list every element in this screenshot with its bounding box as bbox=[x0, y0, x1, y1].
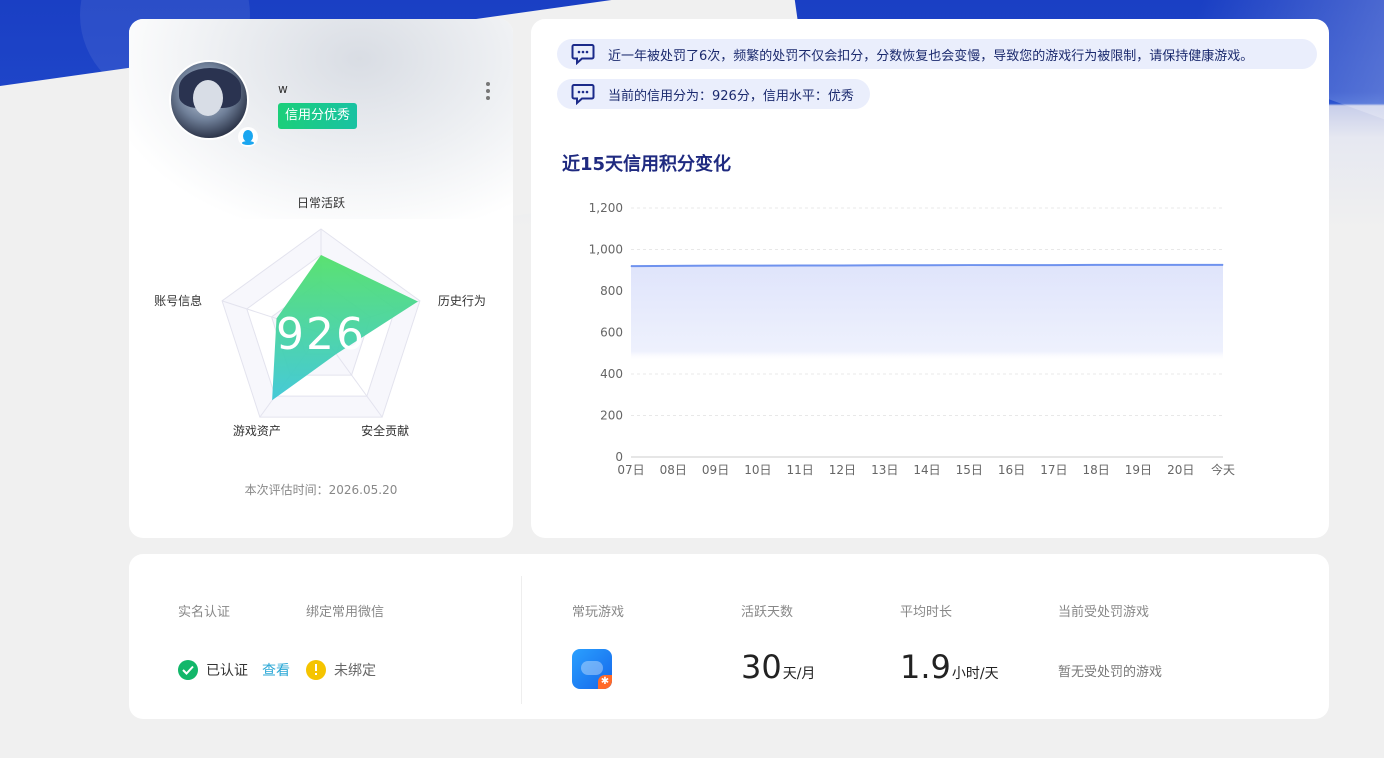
punish-status-text: 暂无受处罚的游戏 bbox=[1058, 665, 1163, 680]
active-days-value: 30 bbox=[741, 648, 782, 686]
active-days-label: 活跃天数 bbox=[741, 605, 794, 620]
y-tick-label: 1,200 bbox=[589, 201, 623, 215]
penalty-notice: 近一年被处罚了6次，频繁的处罚不仅会扣分，分数恢复也会变慢，导致您的游戏行为被限… bbox=[557, 39, 1317, 69]
radar-axis-label: 历史行为 bbox=[438, 294, 486, 308]
warning-icon bbox=[306, 660, 326, 680]
message-icon bbox=[571, 44, 595, 65]
avatar[interactable] bbox=[169, 60, 249, 140]
x-tick-label: 10日 bbox=[744, 463, 771, 477]
y-tick-label: 800 bbox=[600, 284, 623, 298]
wechat-label: 绑定常用微信 bbox=[306, 605, 385, 620]
avg-time-label: 平均时长 bbox=[900, 605, 953, 620]
x-tick-label: 16日 bbox=[998, 463, 1025, 477]
x-tick-label: 今天 bbox=[1211, 462, 1235, 477]
chart-title: 近15天信用积分变化 bbox=[562, 154, 732, 175]
y-tick-label: 0 bbox=[615, 450, 623, 464]
data-point[interactable] bbox=[1222, 264, 1224, 266]
data-point[interactable] bbox=[1053, 264, 1055, 266]
data-point[interactable] bbox=[968, 264, 970, 266]
punish-label: 当前受处罚游戏 bbox=[1058, 605, 1150, 620]
radar-axis-label: 日常活跃 bbox=[297, 196, 345, 210]
credit-radar-chart: 日常活跃历史行为安全贡献 游戏资产 账号信息 926 bbox=[154, 196, 486, 438]
y-tick-label: 400 bbox=[600, 367, 623, 381]
data-point[interactable] bbox=[1011, 264, 1013, 266]
evaluation-time: 本次评估时间：2026.05.20 bbox=[244, 483, 398, 497]
credit-score-value: 926 bbox=[276, 309, 366, 360]
credit-score-line-chart: 0 200 400 600 800 1,000 1,200 07日 08日 09日 10日 11日 12… bbox=[589, 201, 1235, 477]
x-tick-label: 09日 bbox=[702, 463, 729, 477]
account-summary-card: 实名认证 绑定常用微信 已认证 查看 未绑定 常玩游戏 活跃天数 平均时长 当前… bbox=[129, 554, 1329, 719]
radar-axis-label: 账号信息 bbox=[154, 293, 202, 308]
view-realname-link[interactable]: 查看 bbox=[262, 660, 290, 680]
x-tick-label: 07日 bbox=[617, 463, 644, 477]
y-tick-label: 600 bbox=[600, 326, 623, 340]
x-tick-label: 14日 bbox=[913, 463, 940, 477]
data-point[interactable] bbox=[841, 264, 843, 266]
username: w bbox=[278, 82, 288, 96]
data-point[interactable] bbox=[1180, 264, 1182, 266]
score-notice-text: 当前的信用分为：926分，信用水平：优秀 bbox=[608, 88, 854, 104]
data-point[interactable] bbox=[1095, 264, 1097, 266]
credit-chart-card: 近一年被处罚了6次，频繁的处罚不仅会扣分，分数恢复也会变慢，导致您的游戏行为被限… bbox=[531, 19, 1329, 538]
game-controller-icon[interactable]: ✱ bbox=[572, 649, 612, 689]
realname-label: 实名认证 bbox=[178, 605, 231, 620]
wechat-status-text: 未绑定 bbox=[334, 663, 376, 679]
realname-status: 已认证 查看 bbox=[178, 660, 290, 680]
x-tick-label: 17日 bbox=[1040, 463, 1067, 477]
avg-time-stat: 1.9 小时/天 bbox=[900, 648, 999, 686]
avg-time-value: 1.9 bbox=[900, 648, 951, 686]
series-area bbox=[631, 264, 1223, 457]
x-tick-label: 20日 bbox=[1167, 463, 1194, 477]
score-notice: 当前的信用分为：926分，信用水平：优秀 bbox=[557, 79, 870, 109]
y-tick-label: 1,000 bbox=[589, 243, 623, 257]
profile-card: w 信用分优秀 日常活跃历史行为安全贡献 游戏资产 账号信息 926 本次评估时间：2… bbox=[129, 19, 513, 538]
x-tick-label: 12日 bbox=[829, 463, 856, 477]
wechat-status: 未绑定 bbox=[306, 660, 376, 680]
data-point[interactable] bbox=[926, 264, 928, 266]
section-divider bbox=[521, 576, 522, 704]
data-point[interactable] bbox=[1137, 264, 1139, 266]
radar-axis-label: 游戏资产 bbox=[233, 424, 281, 438]
data-point[interactable] bbox=[672, 265, 674, 267]
credit-level-badge: 信用分优秀 bbox=[278, 103, 358, 129]
qq-penguin-icon bbox=[238, 127, 258, 147]
check-circle-icon bbox=[178, 660, 198, 680]
y-tick-label: 200 bbox=[600, 409, 623, 423]
data-point[interactable] bbox=[799, 264, 801, 266]
x-tick-label: 13日 bbox=[871, 463, 898, 477]
data-point[interactable] bbox=[884, 264, 886, 266]
avg-time-unit: 小时/天 bbox=[951, 666, 999, 682]
penalty-notice-text: 近一年被处罚了6次，频繁的处罚不仅会扣分，分数恢复也会变慢，导致您的游戏行为被限… bbox=[608, 48, 1254, 64]
fav-game-label: 常玩游戏 bbox=[572, 605, 625, 620]
data-point[interactable] bbox=[757, 265, 759, 267]
active-days-unit: 天/月 bbox=[782, 666, 816, 682]
x-tick-label: 11日 bbox=[787, 463, 814, 477]
x-tick-label: 19日 bbox=[1125, 463, 1152, 477]
more-options-icon[interactable] bbox=[481, 80, 495, 102]
x-tick-label: 08日 bbox=[660, 463, 687, 477]
radar-axis-label: 安全贡献 bbox=[361, 423, 409, 438]
x-tick-label: 18日 bbox=[1083, 463, 1110, 477]
x-tick-label: 15日 bbox=[956, 463, 983, 477]
active-days-stat: 30 天/月 bbox=[741, 648, 815, 686]
data-point[interactable] bbox=[715, 265, 717, 267]
data-point[interactable] bbox=[630, 265, 632, 267]
message-icon bbox=[571, 84, 595, 105]
realname-status-text: 已认证 bbox=[206, 663, 248, 679]
